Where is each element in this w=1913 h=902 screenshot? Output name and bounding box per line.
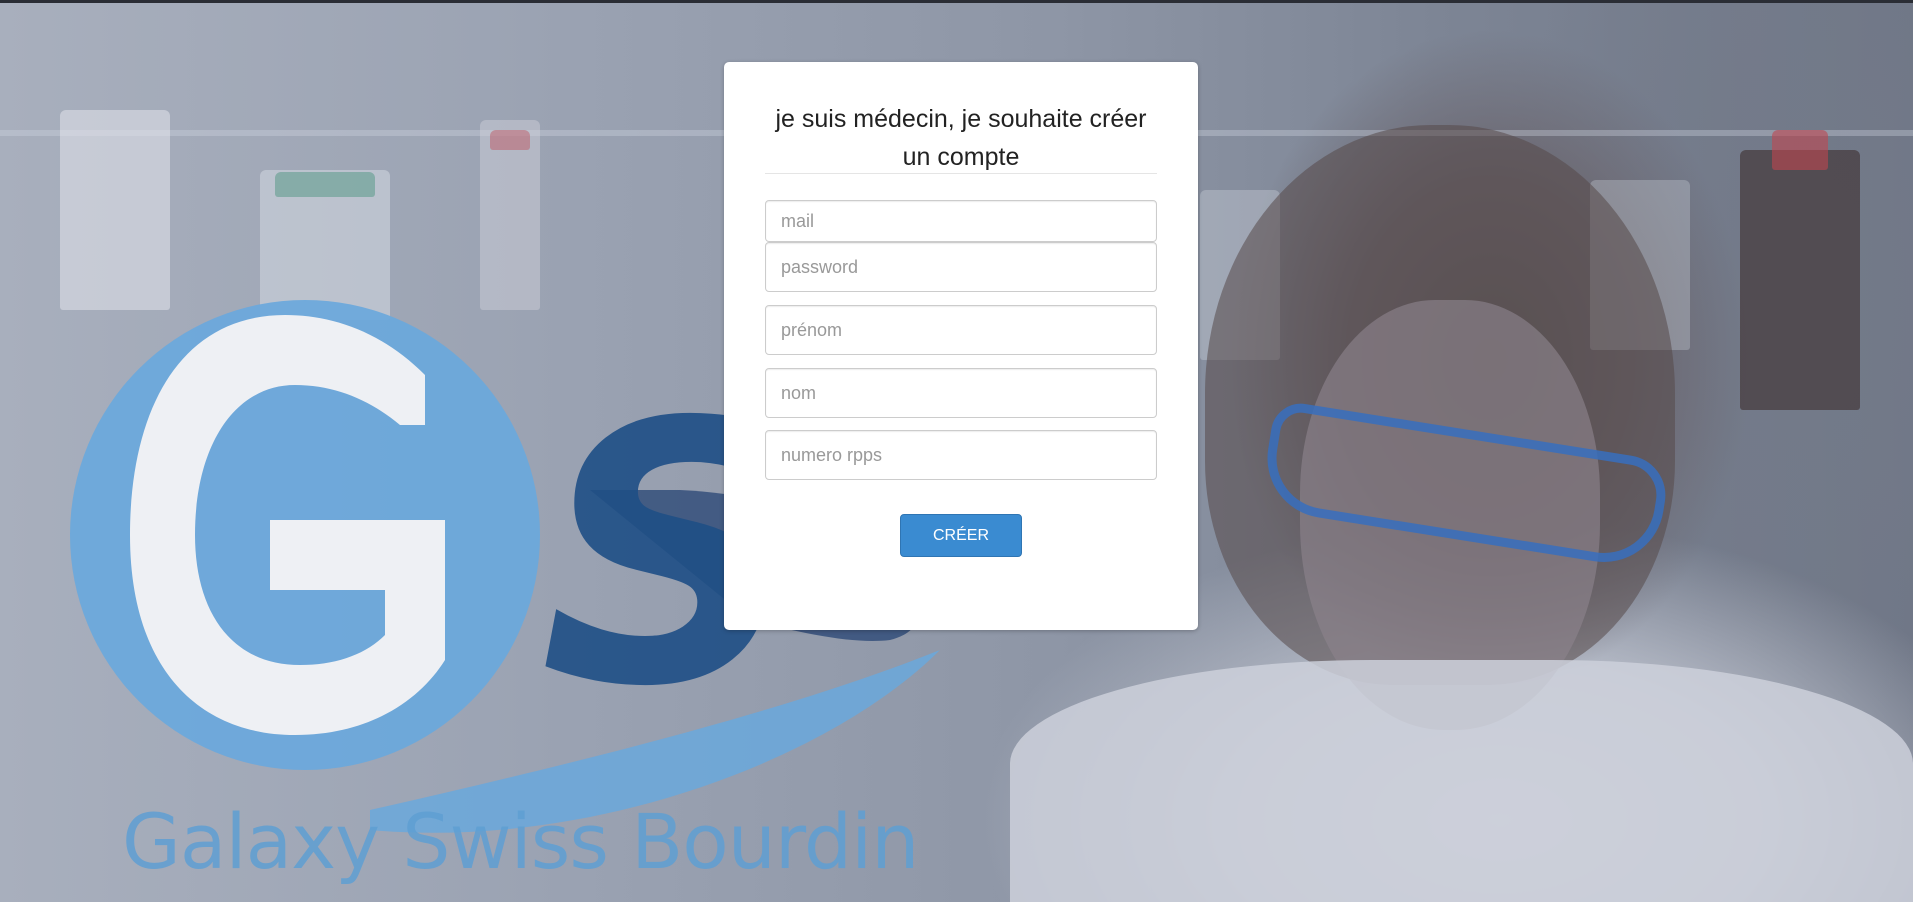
background-bottle xyxy=(1740,150,1860,410)
background-bottle-cap xyxy=(490,130,530,150)
signup-page: S Galaxy Swiss Bourdin je suis médecin, … xyxy=(0,0,1913,902)
company-name-text: Galaxy Swiss Bourdin xyxy=(122,797,919,886)
window-top-edge xyxy=(0,0,1913,3)
password-input[interactable] xyxy=(765,242,1157,292)
mail-input[interactable] xyxy=(765,200,1157,242)
create-account-button[interactable]: CRÉER xyxy=(900,514,1022,557)
background-lab-coat xyxy=(1010,660,1913,902)
background-bottle-cap xyxy=(1772,130,1828,170)
nom-input[interactable] xyxy=(765,368,1157,418)
rpps-number-input[interactable] xyxy=(765,430,1157,480)
title-divider xyxy=(765,173,1157,174)
prenom-input[interactable] xyxy=(765,305,1157,355)
background-bottle-cap xyxy=(275,172,375,197)
form-title: je suis médecin, je souhaite créer un co… xyxy=(775,105,1147,171)
signup-card: je suis médecin, je souhaite créer un co… xyxy=(724,62,1198,630)
background-bottle xyxy=(60,110,170,310)
